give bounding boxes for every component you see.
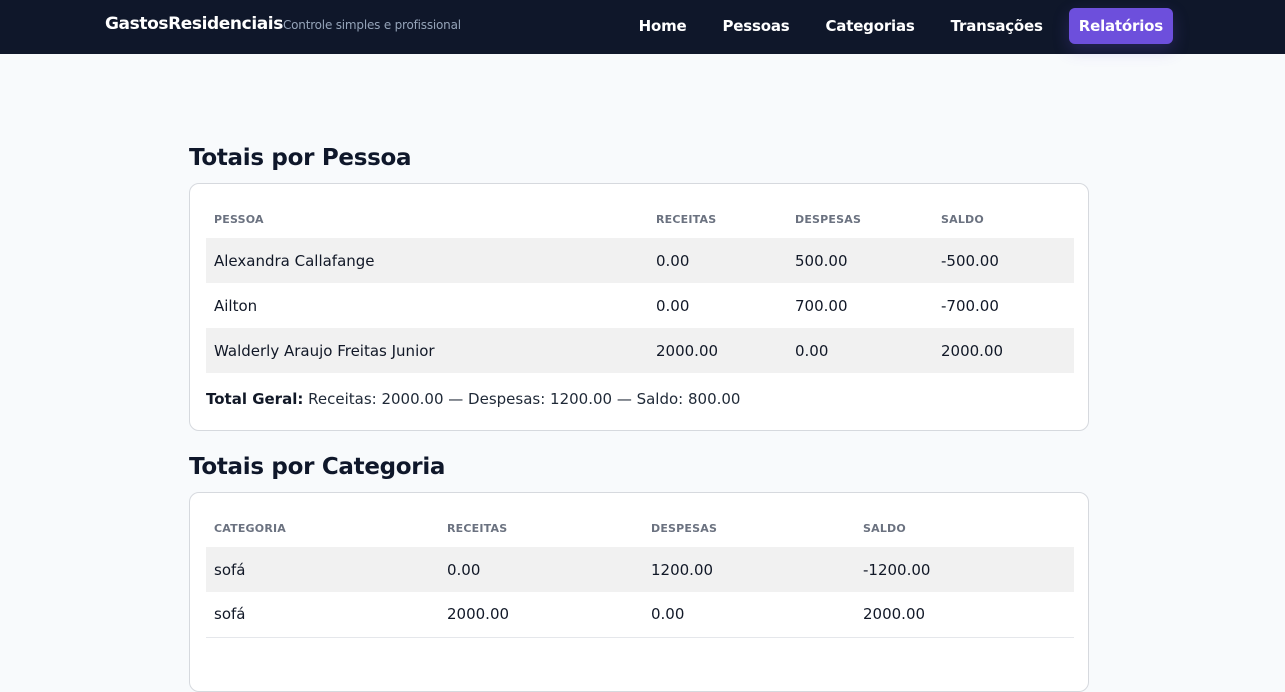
cell-pessoa: Alexandra Callafange [206,238,648,283]
cell-saldo: 2000.00 [855,592,1074,638]
brand[interactable]: GastosResidenciais Controle simples e pr… [105,14,461,34]
cell-despesas: 0.00 [643,592,855,638]
section-title-categorias: Totais por Categoria [189,454,446,480]
cell-pessoa: Walderly Araujo Freitas Junior [206,328,648,373]
cell-saldo: -1200.00 [855,547,1074,592]
table-totais-pessoa: PESSOA RECEITAS DESPESAS SALDO Alexandra… [206,201,1074,373]
total-geral-label: Total Geral: [206,390,304,408]
cell-receitas: 0.00 [656,296,690,315]
col-header-receitas: RECEITAS [447,522,508,535]
cell-receitas: 2000.00 [648,328,787,373]
nav-categorias[interactable]: Categorias [816,8,925,44]
col-header-categoria: CATEGORIA [214,522,287,535]
total-geral: Total Geral: Receitas: 2000.00 — Despesa… [206,373,1072,428]
cell-saldo: -700.00 [941,296,999,315]
card-totais-pessoa: PESSOA RECEITAS DESPESAS SALDO Alexandra… [189,183,1089,431]
brand-title: GastosResidenciais [105,14,283,34]
cell-despesas: 700.00 [795,296,848,315]
table-row: Alexandra Callafange 0.00 500.00 -500.00 [206,238,1074,283]
table-row: sofá 2000.00 0.00 2000.00 [206,592,1074,638]
table-header-row: CATEGORIA RECEITAS DESPESAS SALDO [206,510,1074,547]
top-navbar: GastosResidenciais Controle simples e pr… [0,0,1285,54]
nav-transacoes[interactable]: Transações [941,8,1053,44]
nav-home[interactable]: Home [629,8,697,44]
cell-despesas: 0.00 [787,328,933,373]
cell-receitas: 2000.00 [439,592,643,638]
cell-receitas: 0.00 [439,547,643,592]
card-totais-categoria: CATEGORIA RECEITAS DESPESAS SALDO sofá 0… [189,492,1089,692]
brand-tagline: Controle simples e profissional [282,18,461,32]
cell-despesas: 1200.00 [643,547,855,592]
cell-pessoa: Ailton [214,296,258,315]
table-totais-categoria: CATEGORIA RECEITAS DESPESAS SALDO sofá 0… [206,510,1074,638]
col-header-despesas: DESPESAS [795,213,862,226]
cell-despesas: 500.00 [787,238,933,283]
table-row: sofá 0.00 1200.00 -1200.00 [206,547,1074,592]
cell-saldo: -500.00 [933,238,1074,283]
col-header-saldo: SALDO [941,213,984,226]
table-row: Ailton 0.00 700.00 -700.00 [206,283,1074,328]
col-header-saldo: SALDO [863,522,906,535]
col-header-receitas: RECEITAS [656,213,717,226]
col-header-pessoa: PESSOA [214,213,264,226]
cell-receitas: 0.00 [648,238,787,283]
table-row: Walderly Araujo Freitas Junior 2000.00 0… [206,328,1074,373]
nav-relatorios[interactable]: Relatórios [1068,8,1173,44]
cell-categoria: sofá [206,592,439,638]
total-geral-values: Receitas: 2000.00 — Despesas: 1200.00 — … [308,390,741,408]
cell-saldo: 2000.00 [933,328,1074,373]
cell-categoria: sofá [206,547,439,592]
col-header-despesas: DESPESAS [651,522,718,535]
nav-links: Home Pessoas Categorias Transações Relat… [629,8,1173,44]
section-title-pessoas: Totais por Pessoa [189,145,412,171]
table-header-row: PESSOA RECEITAS DESPESAS SALDO [206,201,1074,238]
nav-pessoas[interactable]: Pessoas [713,8,800,44]
